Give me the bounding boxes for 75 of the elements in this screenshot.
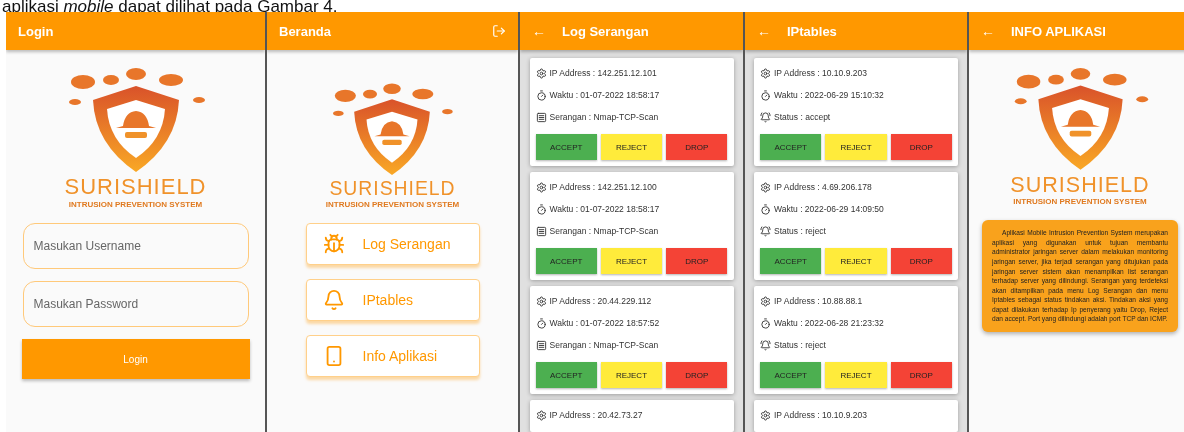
bell-icon [760, 225, 771, 237]
stopwatch-icon [760, 317, 771, 329]
info-text: Serangan : Nmap-TCP-Scan [549, 226, 659, 236]
logo-name: SURISHIELD [329, 178, 456, 198]
info-text: Serangan : Nmap-TCP-Scan [549, 112, 659, 122]
gear-icon [535, 295, 547, 307]
info-text: IP Address : 142.251.12.100 [549, 182, 657, 192]
text-field[interactable]: Masukan Username [22, 223, 249, 269]
gear-icon [760, 295, 771, 307]
panel-icon [535, 111, 547, 123]
action-button[interactable]: REJECT [600, 134, 663, 160]
action-button[interactable]: ACCEPT [535, 362, 597, 388]
action-button[interactable]: DROP [666, 248, 728, 274]
info-text: IP Address : 20.42.73.27 [549, 410, 643, 420]
action-button[interactable]: REJECT [825, 134, 887, 160]
info-text: Status : accept [774, 112, 831, 122]
action-button[interactable]: REJECT [825, 248, 887, 274]
screen-title: Beranda [279, 23, 333, 39]
action-button[interactable]: DROP [890, 134, 952, 160]
info-text: Waktu : 2022-06-28 21:23:32 [774, 318, 884, 328]
gear-icon [535, 67, 547, 79]
info-text: Status : reject [774, 226, 826, 236]
bell-icon [322, 288, 345, 311]
action-button[interactable]: REJECT [825, 362, 887, 388]
logo-name: SURISHIELD [1010, 173, 1150, 196]
info-text: Waktu : 2022-06-29 14:09:50 [774, 204, 884, 214]
action-button[interactable]: REJECT [600, 248, 663, 274]
logout-icon[interactable] [492, 24, 506, 38]
screen-title: INFO APLIKASI [1011, 23, 1107, 39]
action-button[interactable]: ACCEPT [760, 134, 822, 160]
info-text: IP Address : 10.10.9.203 [774, 68, 867, 78]
gear-icon [760, 409, 771, 421]
info-text: IP Address : 4.69.206.178 [774, 182, 872, 192]
action-button[interactable]: DROP [666, 134, 728, 160]
action-button[interactable]: ACCEPT [760, 248, 822, 274]
gear-icon [535, 181, 547, 193]
panel-icon [535, 339, 547, 351]
info-text: IP Address : 10.88.88.1 [774, 296, 863, 306]
action-button[interactable]: ACCEPT [760, 362, 822, 388]
info-text: Waktu : 2022-06-29 15:10:32 [774, 90, 884, 100]
panel-icon [535, 225, 547, 237]
action-button[interactable]: DROP [890, 362, 952, 388]
action-button[interactable]: DROP [890, 248, 952, 274]
logo-name: SURISHIELD [64, 176, 207, 198]
info-text: Serangan : Nmap-TCP-Scan [549, 340, 659, 350]
stopwatch-icon [535, 203, 547, 215]
caption-text: aplikasi mobile dapat dilihat pada Gambar 4. [1, 0, 339, 12]
gear-icon [760, 67, 771, 79]
bell-icon [760, 339, 771, 351]
screen-title: IPtables [787, 23, 838, 39]
info-text: Waktu : 01-07-2022 18:58:17 [549, 90, 660, 100]
action-button[interactable]: DROP [666, 362, 728, 388]
info-text: Waktu : 01-07-2022 18:57:52 [549, 318, 660, 328]
info-text: Status : reject [774, 340, 826, 350]
action-button[interactable]: ACCEPT [535, 248, 597, 274]
logo-tagline: INTRUSION PREVENTION SYSTEM [325, 199, 460, 209]
screen-title: Login [18, 23, 55, 39]
gear-icon [760, 181, 771, 193]
action-button[interactable]: REJECT [600, 362, 663, 388]
info-text: IP Address : 20.44.229.112 [549, 296, 652, 306]
screen-title: Log Serangan [562, 23, 650, 39]
action-button[interactable]: ACCEPT [535, 134, 597, 160]
stopwatch-icon [760, 203, 771, 215]
info-text: Waktu : 01-07-2022 18:58:17 [549, 204, 660, 214]
bell-icon [760, 111, 771, 123]
gear-icon [535, 409, 547, 421]
stopwatch-icon [535, 89, 547, 101]
bug-icon [322, 232, 345, 255]
stopwatch-icon [760, 89, 771, 101]
text-field[interactable]: Masukan Password [22, 281, 249, 327]
info-text: IP Address : 142.251.12.101 [549, 68, 657, 78]
logo-tagline: INTRUSION PREVENTION SYSTEM [1013, 197, 1147, 207]
logo-tagline: INTRUSION PREVENTION SYSTEM [68, 200, 203, 209]
info-text: IP Address : 10.10.9.203 [774, 410, 867, 420]
stopwatch-icon [535, 317, 547, 329]
